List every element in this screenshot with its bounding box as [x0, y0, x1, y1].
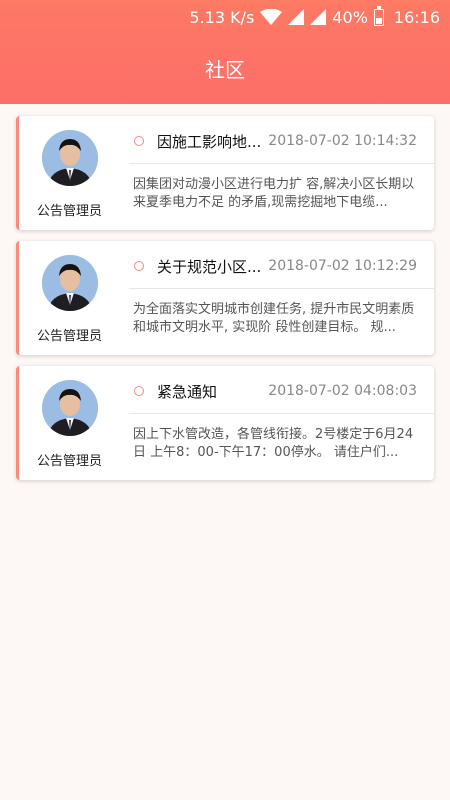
author-block: 公告管理员 — [19, 241, 126, 355]
page-title: 社区 — [205, 58, 245, 82]
notice-card[interactable]: 公告管理员 因施工影响地... 2018-07-02 10:14:32 因集团对… — [16, 116, 434, 230]
notice-header: 因施工影响地... 2018-07-02 10:14:32 — [129, 116, 434, 164]
avatar — [42, 380, 98, 436]
notice-header: 紧急通知 2018-07-02 04:08:03 — [129, 366, 434, 414]
author-block: 公告管理员 — [19, 116, 126, 230]
status-bar: 5.13 K/s 40% 16:16 — [0, 0, 450, 34]
author-name: 公告管理员 — [36, 329, 102, 344]
author-block: 公告管理员 — [19, 366, 126, 480]
avatar — [42, 130, 98, 186]
author-name: 公告管理员 — [36, 454, 102, 469]
battery-icon — [373, 5, 384, 26]
wifi-icon — [260, 9, 283, 25]
notice-title: 因施工影响地... — [157, 133, 262, 151]
notice-title: 关于规范小区... — [157, 258, 262, 276]
notice-preview: 为全面落实文明城市创建任务, 提升市民文明素质和城市文明水平, 实现阶 段性创建… — [133, 302, 415, 335]
clock: 16:16 — [393, 7, 440, 27]
notice-content: 紧急通知 2018-07-02 04:08:03 因上下水管改造，各管线衔接。2… — [129, 366, 434, 480]
circle-bullet-icon — [134, 261, 144, 271]
notice-time: 2018-07-02 10:12:29 — [268, 258, 417, 274]
notice-content: 因施工影响地... 2018-07-02 10:14:32 因集团对动漫小区进行… — [129, 116, 434, 230]
circle-bullet-icon — [134, 136, 144, 146]
notice-header: 关于规范小区... 2018-07-02 10:12:29 — [129, 241, 434, 289]
notice-time: 2018-07-02 04:08:03 — [268, 383, 417, 399]
circle-bullet-icon — [134, 386, 144, 396]
notice-content: 关于规范小区... 2018-07-02 10:12:29 为全面落实文明城市创… — [129, 241, 434, 355]
avatar — [42, 255, 98, 311]
notice-preview: 因上下水管改造，各管线衔接。2号楼定于6月24日 上午8：00-下午17：00停… — [133, 427, 414, 460]
signal-icon — [288, 9, 305, 25]
notice-preview: 因集团对动漫小区进行电力扩 容,解决小区长期以来夏季电力不足 的矛盾,现需挖掘地… — [133, 177, 415, 210]
notice-time: 2018-07-02 10:14:32 — [268, 133, 417, 149]
signal-icon — [310, 9, 327, 25]
header-bar: 5.13 K/s 40% 16:16 社区 — [0, 0, 450, 104]
network-speed: 5.13 K/s — [189, 7, 255, 27]
battery-percent: 40% — [332, 7, 368, 27]
notice-list: 公告管理员 因施工影响地... 2018-07-02 10:14:32 因集团对… — [16, 116, 434, 491]
notice-title: 紧急通知 — [157, 383, 218, 401]
notice-card[interactable]: 公告管理员 关于规范小区... 2018-07-02 10:12:29 为全面落… — [16, 241, 434, 355]
notice-card[interactable]: 公告管理员 紧急通知 2018-07-02 04:08:03 因上下水管改造，各… — [16, 366, 434, 480]
author-name: 公告管理员 — [36, 204, 102, 219]
